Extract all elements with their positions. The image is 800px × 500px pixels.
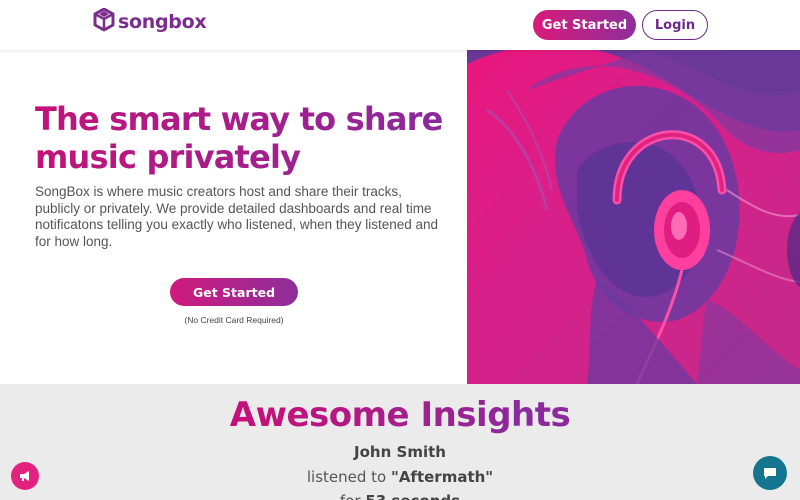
insight-listened-prefix: listened to bbox=[306, 468, 391, 486]
announcement-button[interactable] bbox=[11, 462, 39, 490]
brand-name: songbox bbox=[118, 11, 207, 33]
insight-track-name: "Aftermath" bbox=[391, 468, 494, 486]
insight-listened-line: listened to "Aftermath" bbox=[0, 468, 800, 486]
insight-duration-prefix: for bbox=[340, 492, 365, 500]
insight-duration: 53 seconds bbox=[365, 492, 460, 500]
insights-title: Awesome Insights bbox=[0, 395, 800, 435]
chat-button[interactable] bbox=[753, 456, 787, 490]
login-button[interactable]: Login bbox=[642, 10, 708, 40]
hero-get-started-button[interactable]: Get Started bbox=[170, 278, 298, 306]
top-navbar: songbox Get Started Login bbox=[0, 0, 800, 50]
headphones-listener-photo bbox=[467, 50, 800, 384]
megaphone-icon bbox=[20, 471, 29, 481]
get-started-nav-button[interactable]: Get Started bbox=[533, 10, 636, 40]
insight-listener-name: John Smith bbox=[354, 443, 446, 461]
chat-icon bbox=[764, 468, 776, 479]
hero-headline: The smart way to share music privately bbox=[35, 100, 445, 176]
hero-description: SongBox is where music creators host and… bbox=[35, 184, 438, 249]
insight-duration-line: for 53 seconds bbox=[0, 492, 800, 500]
songbox-logo[interactable]: songbox bbox=[93, 8, 207, 36]
hero-headline-line1: The smart way to share bbox=[35, 100, 443, 138]
no-credit-card-note: (No Credit Card Required) bbox=[184, 315, 284, 325]
box-logo-icon bbox=[93, 8, 115, 32]
hero-headline-line2: music privately bbox=[35, 138, 301, 176]
hero-listener-image bbox=[467, 50, 800, 384]
